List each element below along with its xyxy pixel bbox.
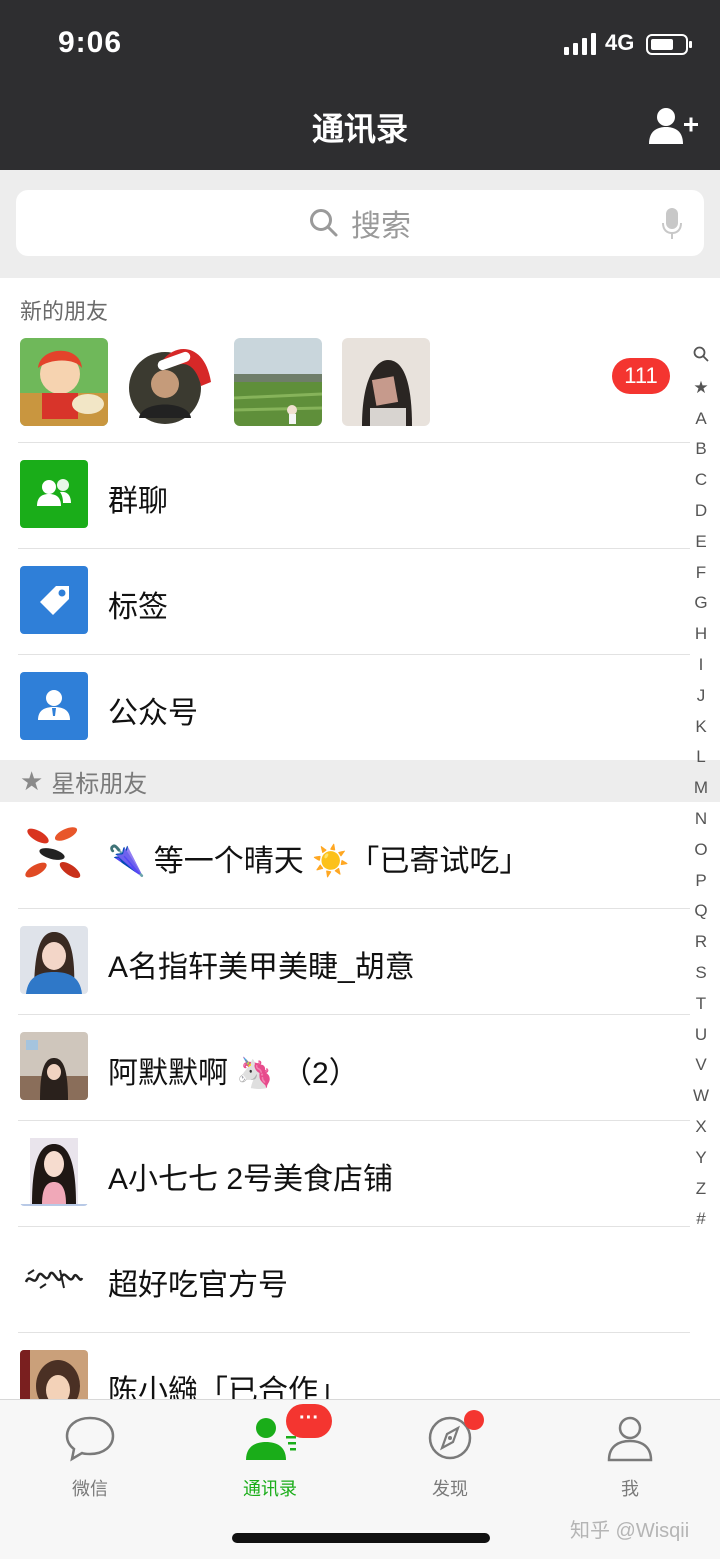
contact-row[interactable]: A小七七 2号美食店铺	[0, 1120, 720, 1226]
group-chat-label: 群聊	[108, 485, 168, 518]
alphabet-index[interactable]: ★ A B C D E F G H I J K L M N O P Q R S …	[686, 342, 716, 1235]
divider	[18, 1332, 690, 1333]
avatar-cartoon-girl[interactable]	[20, 338, 108, 426]
starred-section-header: ★ 星标朋友	[0, 760, 720, 802]
chat-bubble-icon	[65, 1416, 115, 1462]
top-bar: 9:06 4G 通讯录	[0, 0, 720, 170]
index-letter[interactable]: C	[695, 465, 707, 496]
divider	[18, 442, 690, 443]
divider	[18, 1014, 690, 1015]
official-account-icon	[20, 672, 88, 740]
index-letter[interactable]: N	[695, 804, 707, 835]
tags-row[interactable]: 标签	[0, 548, 720, 654]
tab-label: 发现	[432, 1479, 468, 1499]
new-friends-title: 新的朋友	[0, 278, 720, 334]
tab-chats[interactable]: 微信	[30, 1414, 150, 1501]
contacts-list: 新的朋友 111 群聊 标签 公众号 ★ 星标朋友 🌂 等一个晴天 ☀️「已寄试…	[0, 278, 720, 1438]
divider	[18, 548, 690, 549]
contact-name: 阿默默啊 🦄 （2）	[108, 1057, 359, 1090]
tab-label: 我	[621, 1479, 639, 1499]
official-accounts-label: 公众号	[108, 697, 198, 730]
discover-dot-badge	[464, 1410, 484, 1430]
index-letter[interactable]: I	[699, 650, 704, 681]
index-letter[interactable]: K	[695, 712, 706, 743]
index-letter[interactable]: O	[694, 835, 707, 866]
contact-name: A名指轩美甲美睫_胡意	[108, 951, 415, 984]
search-area: 搜索	[0, 170, 720, 278]
divider	[18, 1120, 690, 1121]
index-letter[interactable]: E	[695, 527, 706, 558]
official-accounts-row[interactable]: 公众号	[0, 654, 720, 760]
index-letter[interactable]: W	[693, 1081, 709, 1112]
index-letter[interactable]: Y	[695, 1143, 706, 1174]
add-friend-icon[interactable]	[648, 106, 698, 146]
divider	[18, 908, 690, 909]
index-letter[interactable]: L	[696, 742, 705, 773]
index-letter[interactable]: S	[695, 958, 706, 989]
index-letter[interactable]: ★	[693, 373, 708, 404]
contact-name: 超好吃官方号	[108, 1269, 288, 1302]
index-letter[interactable]: A	[695, 404, 706, 435]
tab-me[interactable]: 我	[570, 1414, 690, 1501]
status-time: 9:06	[58, 26, 123, 59]
index-letter[interactable]: R	[695, 927, 707, 958]
index-letter[interactable]: #	[696, 1204, 705, 1235]
avatar-girl-room	[20, 1032, 88, 1100]
battery-icon	[646, 34, 692, 55]
divider	[18, 1226, 690, 1227]
group-chat-row[interactable]: 群聊	[0, 442, 720, 548]
avatar-man-santa-hat[interactable]	[127, 338, 215, 426]
star-icon: ★	[20, 765, 44, 796]
watermark: 知乎 @Wisqii	[570, 1520, 690, 1542]
new-friends-badge: 111	[612, 358, 670, 394]
contact-name: A小七七 2号美食店铺	[108, 1163, 394, 1196]
contacts-tab-badge: ···	[286, 1404, 332, 1438]
search-icon	[310, 209, 338, 237]
home-indicator	[232, 1533, 490, 1543]
signal-icon	[564, 33, 596, 55]
index-letter[interactable]: T	[696, 989, 706, 1020]
contact-row[interactable]: 🌂 等一个晴天 ☀️「已寄试吃」	[0, 802, 720, 908]
index-letter[interactable]: D	[695, 496, 707, 527]
index-letter[interactable]: U	[695, 1020, 707, 1051]
divider	[18, 654, 690, 655]
contact-row[interactable]: 超好吃官方号	[0, 1226, 720, 1332]
person-icon	[607, 1416, 653, 1462]
avatar-girl-blue-sweater	[20, 926, 88, 994]
index-letter[interactable]: Q	[694, 896, 707, 927]
search-input[interactable]: 搜索	[16, 190, 704, 256]
network-type: 4G	[605, 30, 635, 55]
starred-title: 星标朋友	[51, 770, 148, 798]
contact-row[interactable]: A名指轩美甲美睫_胡意	[0, 908, 720, 1014]
index-letter[interactable]: X	[695, 1112, 706, 1143]
avatar-calligraphy-logo	[20, 1244, 88, 1312]
tab-label: 微信	[72, 1479, 108, 1499]
index-letter[interactable]: M	[694, 773, 708, 804]
tab-label: 通讯录	[243, 1479, 297, 1499]
group-chat-icon	[20, 460, 88, 528]
avatar-koi-fish	[20, 820, 88, 888]
index-letter[interactable]: Z	[696, 1174, 706, 1205]
index-letter[interactable]: V	[695, 1050, 706, 1081]
index-letter[interactable]: B	[695, 434, 706, 465]
avatar-girl-with-card[interactable]	[342, 338, 430, 426]
search-placeholder: 搜索	[351, 210, 411, 243]
index-letter[interactable]: H	[695, 619, 707, 650]
tags-label: 标签	[108, 591, 168, 624]
index-letter[interactable]: F	[696, 558, 706, 589]
avatar-field-landscape[interactable]	[234, 338, 322, 426]
index-search-icon[interactable]	[693, 342, 709, 373]
umbrella-icon: 🌂	[108, 845, 146, 878]
index-letter[interactable]: J	[697, 681, 706, 712]
page-title: 通讯录	[311, 111, 408, 147]
tab-discover[interactable]: 发现	[390, 1414, 510, 1501]
contact-name: 🌂 等一个晴天 ☀️「已寄试吃」	[108, 845, 530, 878]
microphone-icon[interactable]	[662, 208, 682, 240]
avatar-girl-pink	[20, 1138, 88, 1206]
index-letter[interactable]: P	[695, 866, 706, 897]
new-friends-row[interactable]: 111	[0, 334, 720, 442]
index-letter[interactable]: G	[694, 588, 707, 619]
contact-row[interactable]: 阿默默啊 🦄 （2）	[0, 1014, 720, 1120]
tag-icon	[20, 566, 88, 634]
